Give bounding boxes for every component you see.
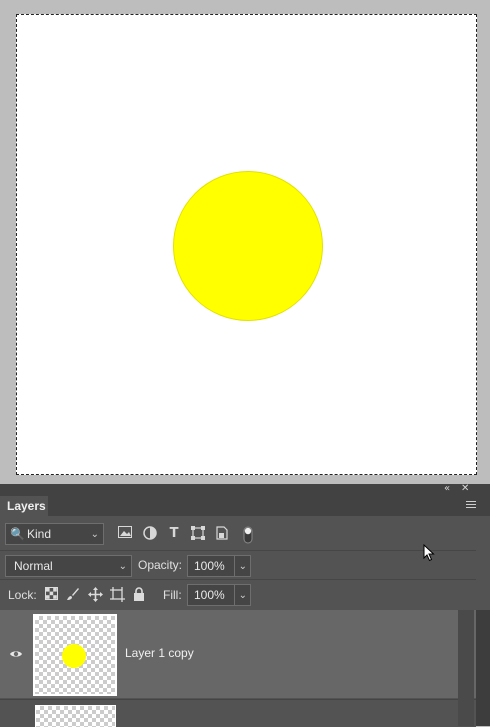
chevron-down-icon[interactable]: ⌄ — [239, 590, 247, 601]
lock-position-icon[interactable] — [87, 587, 103, 603]
layer-row[interactable]: Layer 1 copy — [0, 610, 476, 698]
chevron-down-icon: ⌄ — [90, 529, 99, 540]
layers-panel: « ✕ Layers 🔍 Kind ⌄ T Normal ⌄ Opacity: … — [0, 483, 490, 727]
lock-artboard-icon[interactable] — [109, 587, 125, 603]
panel-menu-icon[interactable] — [466, 501, 476, 510]
eye-icon[interactable] — [9, 646, 23, 660]
panel-header-bar: « ✕ — [0, 483, 490, 496]
scrollbar-track[interactable] — [458, 610, 474, 726]
canvas-area — [0, 0, 490, 484]
filter-toggle-icon[interactable] — [240, 526, 256, 544]
search-icon: 🔍 — [10, 527, 25, 541]
thumbnail-circle — [62, 644, 86, 668]
fill-value: 100% — [194, 588, 225, 602]
blend-mode-value: Normal — [14, 559, 53, 573]
smart-object-filter-icon[interactable] — [214, 526, 230, 542]
chevron-down-icon[interactable]: ⌄ — [239, 561, 247, 572]
opacity-field[interactable]: 100% ⌄ — [187, 555, 251, 577]
layer-name[interactable]: Layer 1 copy — [125, 646, 194, 660]
lock-row: Lock: Fill: 100% ⌄ — [0, 579, 476, 610]
document-canvas[interactable] — [16, 14, 477, 475]
layer-thumbnail[interactable] — [35, 705, 116, 727]
kind-label: Kind — [27, 527, 52, 541]
layer-row[interactable] — [0, 699, 476, 727]
collapse-panel-icon[interactable]: « — [444, 483, 450, 495]
lock-all-icon[interactable] — [131, 587, 147, 603]
blend-mode-select[interactable]: Normal ⌄ — [5, 555, 132, 577]
lock-image-pixels-icon[interactable] — [65, 587, 81, 603]
fill-label: Fill: — [163, 588, 182, 602]
shape-filter-icon[interactable] — [190, 526, 206, 542]
image-filter-icon[interactable] — [117, 526, 133, 542]
filter-row: 🔍 Kind ⌄ T — [0, 516, 476, 550]
tab-layers[interactable]: Layers — [0, 496, 48, 516]
kind-filter-select[interactable]: 🔍 Kind ⌄ — [5, 523, 104, 545]
adjustment-filter-icon[interactable] — [142, 526, 158, 542]
scrollbar[interactable] — [476, 610, 490, 726]
field-divider — [234, 585, 235, 605]
yellow-circle — [173, 171, 323, 321]
blend-row: Normal ⌄ Opacity: 100% ⌄ — [0, 550, 476, 580]
opacity-label: Opacity: — [138, 558, 183, 572]
lock-label: Lock: — [8, 588, 37, 602]
lock-transparent-pixels-icon[interactable] — [43, 587, 59, 603]
layer-thumbnail[interactable] — [33, 614, 117, 696]
tab-row: Layers — [0, 496, 490, 516]
mouse-cursor-icon — [423, 544, 435, 562]
chevron-down-icon: ⌄ — [118, 561, 127, 572]
fill-field[interactable]: 100% ⌄ — [187, 584, 251, 606]
close-panel-icon[interactable]: ✕ — [461, 483, 469, 495]
opacity-value: 100% — [194, 559, 225, 573]
field-divider — [234, 556, 235, 576]
type-filter-icon[interactable]: T — [166, 526, 182, 542]
